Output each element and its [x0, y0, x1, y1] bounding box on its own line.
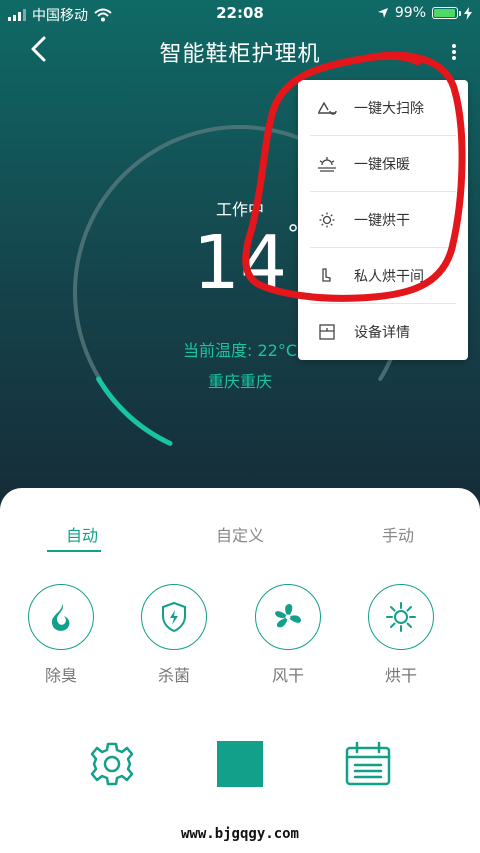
menu-item-warm[interactable]: 一键保暖 — [310, 136, 456, 192]
calendar-icon[interactable] — [344, 740, 392, 788]
work-state: 工作中 — [215, 200, 264, 219]
gear-icon[interactable] — [88, 740, 136, 788]
sun-icon — [319, 212, 335, 227]
clean-icon — [318, 101, 337, 115]
boot-icon — [322, 267, 331, 282]
flame-icon — [51, 604, 70, 631]
menu-item-dry[interactable]: 一键烘干 — [310, 192, 456, 248]
sun-icon — [386, 602, 416, 632]
menu-item-private-dryer[interactable]: 私人烘干间 — [310, 248, 456, 304]
menu-item-device-details[interactable]: 设备详情 — [310, 304, 456, 360]
watermark: www.bjgqgy.com — [180, 826, 299, 842]
menu-item-label: 一键烘干 — [354, 212, 410, 229]
dropdown-menu: 一键大扫除 一键保暖 一键烘干 私人烘干间 设备详情 — [298, 80, 468, 360]
control-panel: 自动 自定义 手动 除臭 杀菌 风干 烘干 — [0, 488, 480, 853]
function-label: 风干 — [271, 666, 304, 685]
function-circle — [368, 584, 434, 650]
function-label: 除臭 — [44, 666, 77, 685]
shield-bolt-icon — [162, 601, 186, 633]
fan-icon — [275, 604, 301, 628]
function-circle — [141, 584, 207, 650]
device-icon — [319, 324, 335, 340]
function-label: 杀菌 — [157, 666, 190, 685]
tab-manual[interactable]: 手动 — [358, 522, 438, 546]
tab-auto[interactable]: 自动 — [42, 522, 122, 546]
function-circle — [255, 584, 321, 650]
menu-item-label: 一键大扫除 — [354, 100, 424, 117]
mode-tabs: 自动 自定义 手动 — [0, 522, 480, 552]
function-heat-dry[interactable]: 烘干 — [361, 584, 441, 686]
city-label: 重庆重庆 — [207, 372, 272, 391]
menu-item-clean[interactable]: 一键大扫除 — [310, 80, 456, 136]
tab-custom[interactable]: 自定义 — [200, 522, 280, 546]
function-circle — [28, 584, 94, 650]
active-tab-indicator — [47, 550, 101, 552]
menu-item-label: 一键保暖 — [354, 156, 410, 173]
stop-button[interactable] — [217, 741, 263, 787]
function-deodorize[interactable]: 除臭 — [21, 584, 101, 686]
menu-item-label: 私人烘干间 — [354, 268, 424, 285]
warm-icon — [318, 156, 336, 172]
function-air-dry[interactable]: 风干 — [248, 584, 328, 686]
target-temperature: 14 — [192, 220, 288, 306]
function-sterilize[interactable]: 杀菌 — [134, 584, 214, 686]
function-label: 烘干 — [384, 666, 417, 685]
menu-item-label: 设备详情 — [354, 325, 410, 341]
